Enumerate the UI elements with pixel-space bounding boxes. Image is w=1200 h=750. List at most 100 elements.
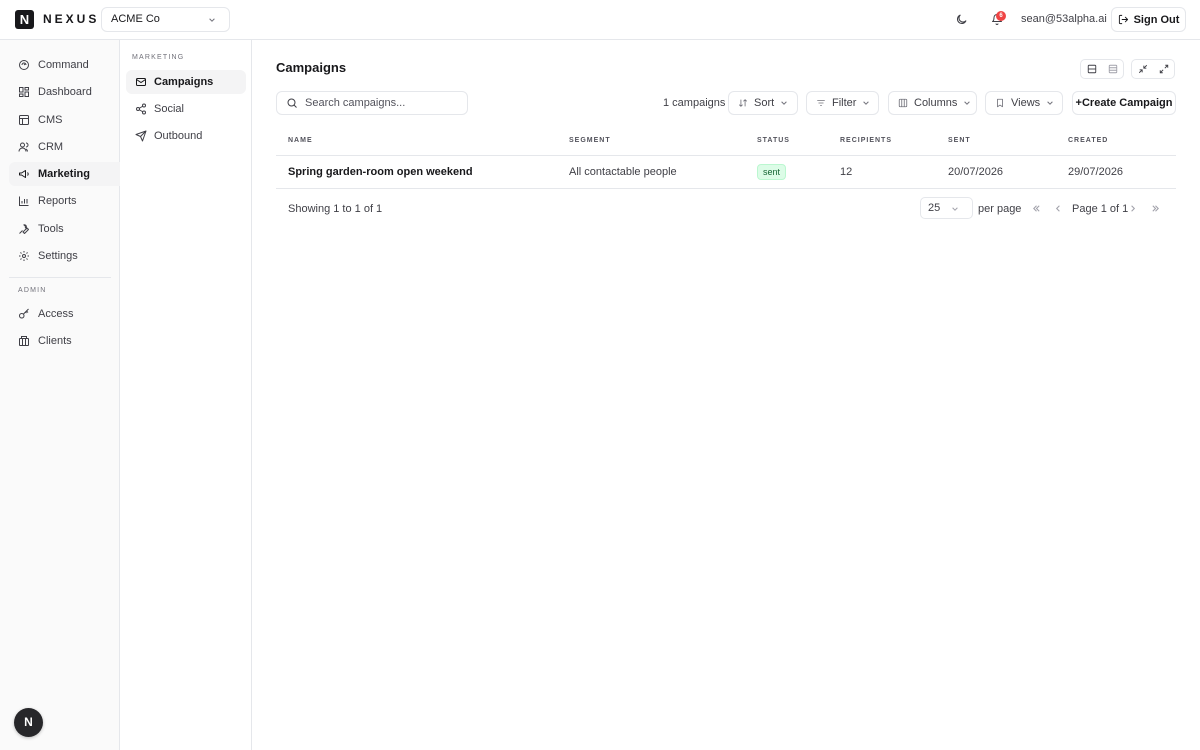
chevron-down-icon [862,99,870,107]
sidebar-item-clients[interactable]: Clients [9,329,120,353]
split-view-button[interactable] [1081,60,1102,78]
sort-icon [738,98,748,108]
chevrons-left-icon [1032,204,1041,213]
building-icon [18,335,30,347]
subnav-item-campaigns[interactable]: Campaigns [126,70,246,94]
previous-page-button[interactable] [1050,199,1066,217]
marketing-subnav: MARKETING Campaigns Social Outbound [120,40,252,750]
sidebar-item-label: CRM [38,141,64,153]
moon-icon [955,13,968,26]
views-button[interactable]: Views [985,91,1063,115]
dashboard-icon [18,86,30,98]
wrench-icon [18,223,30,235]
page-title: Campaigns [276,60,347,75]
notification-count-badge: 6 [996,11,1006,21]
chevron-down-icon [1046,99,1054,107]
per-page-value: 25 [928,202,941,214]
sidebar-item-access[interactable]: Access [9,302,120,326]
sidebar-divider [9,277,111,278]
column-header-recipients[interactable]: RECIPIENTS [840,137,892,144]
organization-select[interactable]: ACME Co [101,7,230,32]
per-page-select[interactable]: 25 [920,197,973,219]
maximize-icon [1159,64,1169,74]
top-bar: N NEXUS ACME Co 6 sean@53alpha.ai Sign O… [0,0,1200,40]
users-icon [18,141,30,153]
main-content: Campaigns 1 campaigns [252,40,1200,750]
chevron-down-icon [951,205,959,213]
campaign-count: 1 campaigns [663,97,726,109]
column-header-segment[interactable]: SEGMENT [569,137,611,144]
bar-chart-icon [18,195,30,207]
subnav-item-label: Social [154,103,184,115]
logo-mark[interactable]: N [15,10,34,29]
table-row[interactable]: Spring garden-room open weekend All cont… [276,156,1176,189]
sidebar-item-command[interactable]: Command [9,53,120,77]
filter-icon [816,98,826,108]
sidebar: Command Dashboard CMS CRM Marketing Repo… [0,40,120,750]
theme-toggle-button[interactable] [951,9,971,29]
sort-button[interactable]: Sort [728,91,798,115]
expand-button[interactable] [1153,60,1174,78]
campaign-recipients: 12 [840,166,853,178]
sidebar-item-label: Dashboard [38,86,92,98]
sidebar-item-marketing[interactable]: Marketing [9,162,120,186]
campaign-name[interactable]: Spring garden-room open weekend [288,166,473,178]
subnav-item-label: Outbound [154,130,203,142]
list-view-button[interactable] [1102,60,1123,78]
user-email: sean@53alpha.ai [1021,13,1107,25]
sidebar-item-label: Command [38,59,89,71]
megaphone-icon [18,168,30,180]
subnav-item-social[interactable]: Social [126,97,246,121]
last-page-button[interactable] [1147,199,1163,217]
campaign-sent-date: 20/07/2026 [948,166,1004,178]
views-label: Views [1011,97,1041,109]
per-page-label: per page [978,203,1022,215]
assistant-avatar-button[interactable]: N [14,708,43,737]
admin-section-label: ADMIN [18,287,47,294]
sidebar-item-dashboard[interactable]: Dashboard [9,80,120,104]
list-view-icon [1108,64,1118,74]
bookmark-icon [995,98,1005,108]
campaigns-table: NAME SEGMENT STATUS RECIPIENTS SENT CREA… [276,128,1176,189]
collapse-button[interactable] [1132,60,1153,78]
column-header-created[interactable]: CREATED [1068,137,1108,144]
create-campaign-button[interactable]: +Create Campaign [1072,91,1176,115]
column-header-status[interactable]: STATUS [757,137,790,144]
sidebar-item-label: Tools [38,223,64,235]
split-view-icon [1087,64,1097,74]
first-page-button[interactable] [1028,199,1044,217]
command-icon [18,59,30,71]
next-page-button[interactable] [1124,199,1140,217]
chevron-left-icon [1054,204,1063,213]
search-field[interactable] [276,91,468,115]
sign-out-label: Sign Out [1133,13,1180,26]
sidebar-item-cms[interactable]: CMS [9,108,120,132]
columns-label: Columns [914,97,958,109]
column-header-name[interactable]: NAME [288,137,313,144]
campaign-created-date: 29/07/2026 [1068,166,1124,178]
gear-icon [18,250,30,262]
log-out-icon [1118,14,1129,25]
sign-out-button[interactable]: Sign Out [1111,7,1186,32]
column-header-sent[interactable]: SENT [948,137,971,144]
subnav-item-outbound[interactable]: Outbound [126,124,246,148]
sidebar-item-settings[interactable]: Settings [9,244,120,268]
sidebar-item-reports[interactable]: Reports [9,189,120,213]
subnav-item-label: Campaigns [154,76,214,88]
organization-select-value: ACME Co [111,13,160,25]
subnav-section-label: MARKETING [132,54,185,61]
table-header: NAME SEGMENT STATUS RECIPIENTS SENT CREA… [276,128,1176,156]
chevron-right-icon [1128,204,1137,213]
share-icon [135,103,147,115]
sidebar-item-crm[interactable]: CRM [9,135,120,159]
sort-label: Sort [754,97,775,109]
sidebar-item-label: Clients [38,335,72,347]
search-icon [286,97,298,109]
search-input[interactable] [305,97,455,109]
key-icon [18,308,30,320]
columns-button[interactable]: Columns [888,91,977,115]
campaign-segment: All contactable people [569,166,677,178]
sidebar-item-tools[interactable]: Tools [9,217,120,241]
brand-name: NEXUS [43,12,100,26]
filter-button[interactable]: Filter [806,91,879,115]
